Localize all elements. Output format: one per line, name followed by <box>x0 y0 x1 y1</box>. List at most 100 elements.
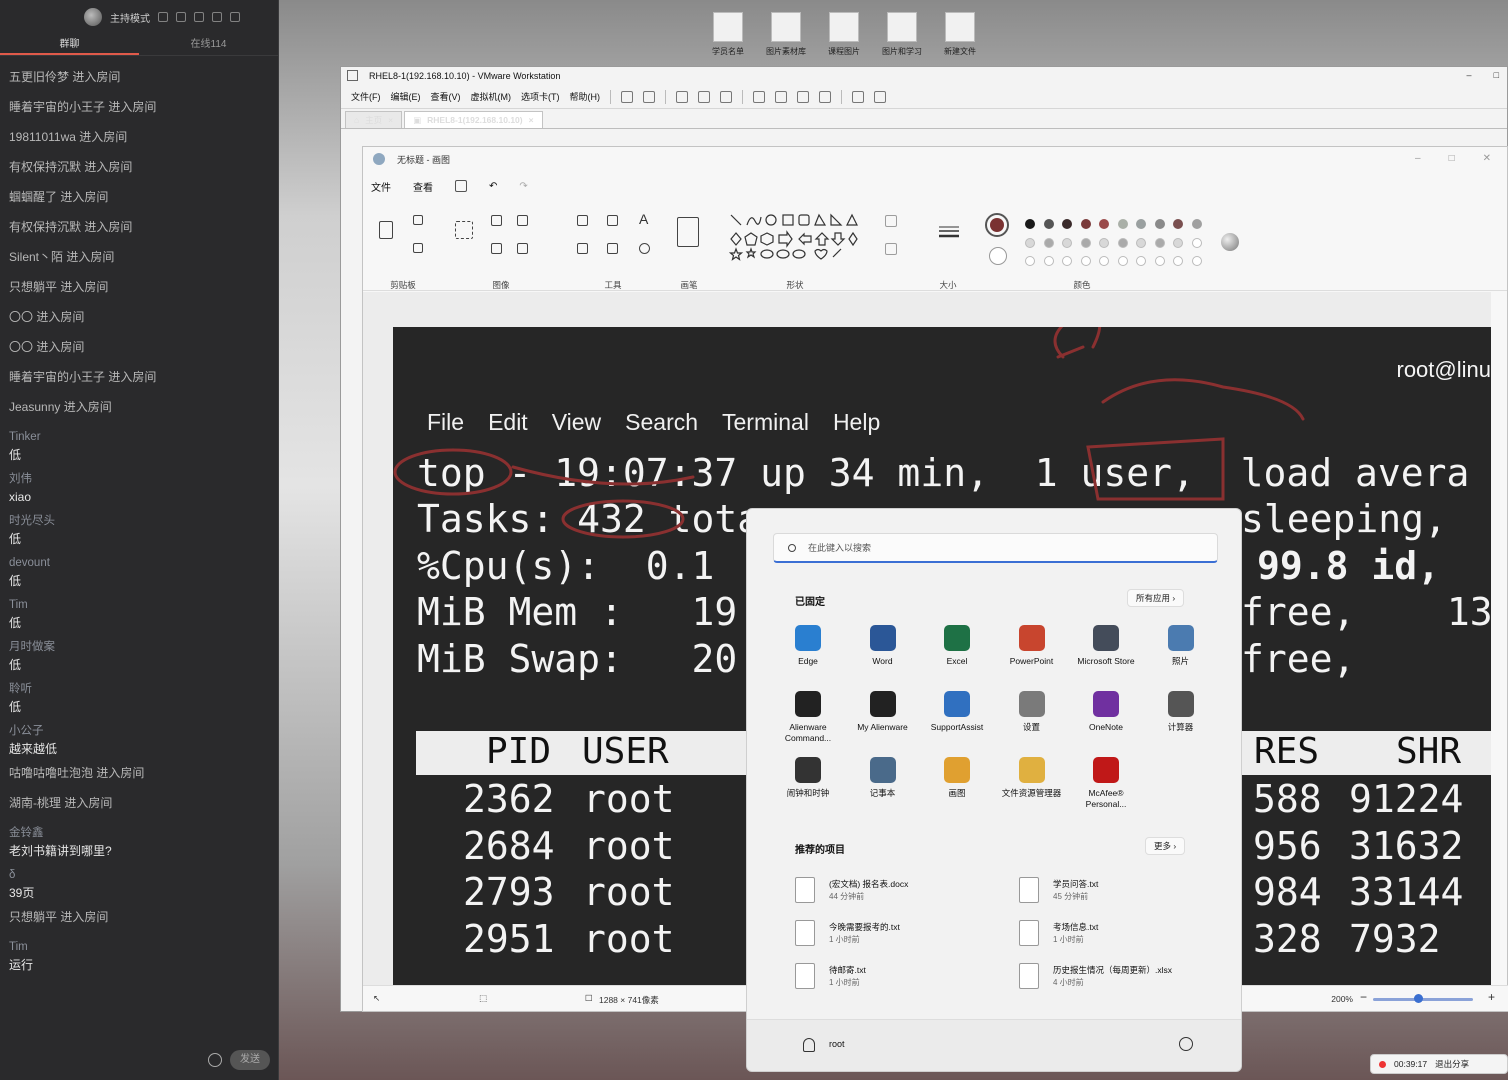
minimize-button[interactable]: – <box>1467 70 1472 80</box>
recommended-item[interactable]: 考场信息.txt 1 小时前 <box>1019 918 1229 954</box>
pinned-app[interactable]: 照片 <box>1144 625 1218 667</box>
fullscreen-icon[interactable] <box>797 90 809 103</box>
secondary-color[interactable] <box>989 247 1007 265</box>
recommended-item[interactable]: (宏文档) 报名表.docx 44 分钟前 <box>795 875 1005 911</box>
desktop-icon[interactable]: 新建文件 <box>937 12 983 57</box>
color-swatch[interactable] <box>1191 237 1202 248</box>
color-swatch[interactable] <box>1154 219 1165 229</box>
pinned-app[interactable]: Alienware Command... <box>771 691 845 744</box>
color-swatch[interactable] <box>1117 237 1128 248</box>
emoji-icon[interactable] <box>208 1053 222 1067</box>
color-swatch[interactable] <box>1136 219 1146 229</box>
menu-view[interactable]: 查看(V) <box>431 90 461 103</box>
outline-icon[interactable] <box>885 215 897 227</box>
resize-icon[interactable] <box>491 243 502 254</box>
pinned-app[interactable]: Edge <box>771 625 845 667</box>
pencil-icon[interactable] <box>577 215 588 226</box>
external-link-icon[interactable] <box>176 12 186 22</box>
magnifier-icon[interactable] <box>639 243 650 254</box>
close-button[interactable]: ✕ <box>1483 153 1491 164</box>
color-swatch[interactable] <box>1043 219 1054 229</box>
desktop-icon[interactable]: 图片和学习 <box>879 12 925 57</box>
color-swatch[interactable] <box>1025 219 1035 229</box>
color-swatch[interactable] <box>1099 256 1109 266</box>
color-picker-icon[interactable] <box>607 243 618 254</box>
desktop-icon[interactable]: 图片素材库 <box>763 12 809 57</box>
menu-file[interactable]: 文件 <box>371 179 391 194</box>
tab-online[interactable]: 在线114 <box>139 34 278 55</box>
color-swatch[interactable] <box>1117 256 1128 266</box>
color-swatch[interactable] <box>1173 237 1183 248</box>
recommended-item[interactable]: 历史报生情况（每周更新）.xlsx 4 小时前 <box>1019 961 1229 997</box>
paste-icon[interactable] <box>379 221 393 239</box>
save-icon[interactable] <box>455 180 467 192</box>
text-icon[interactable]: A <box>639 211 648 227</box>
zoom-out-button[interactable]: − <box>1360 990 1367 1004</box>
copy-icon[interactable] <box>413 243 423 253</box>
avatar[interactable] <box>84 8 102 26</box>
line-size-icon[interactable] <box>939 225 959 239</box>
recommended-item[interactable]: 学员问答.txt 45 分钟前 <box>1019 875 1229 911</box>
minimize-icon[interactable] <box>212 12 222 22</box>
all-apps-button[interactable]: 所有应用 › <box>1127 589 1185 607</box>
close-icon[interactable]: × <box>529 115 534 125</box>
desktop-icon[interactable]: 课程图片 <box>821 12 867 57</box>
snapshot-manager-icon[interactable] <box>720 90 732 103</box>
close-icon[interactable] <box>230 12 240 22</box>
unity-icon[interactable] <box>819 90 831 103</box>
pause-icon[interactable] <box>621 90 633 103</box>
pinned-app[interactable]: 文件资源管理器 <box>995 757 1069 799</box>
menu-help[interactable]: 帮助(H) <box>570 90 601 103</box>
sidebar-icon[interactable] <box>753 90 765 103</box>
cut-icon[interactable] <box>413 215 423 225</box>
color-swatch[interactable] <box>1173 219 1183 229</box>
pinned-app[interactable]: 闹钟和时钟 <box>771 757 845 799</box>
user-name[interactable]: root <box>829 1039 845 1049</box>
start-search-input[interactable]: 在此键入以搜索 <box>773 533 1218 563</box>
color-swatch[interactable] <box>1099 237 1109 248</box>
zoom-slider[interactable] <box>1373 998 1473 1001</box>
tab-vm[interactable]: ▣ RHEL8-1(192.168.10.10) × <box>404 111 543 128</box>
tab-home[interactable]: ⌂ 主页 × <box>345 111 403 128</box>
eraser-icon[interactable] <box>577 243 588 254</box>
edit-colors-icon[interactable] <box>1221 233 1239 251</box>
recommended-item[interactable]: 今晚需要报考的.txt 1 小时前 <box>795 918 1005 954</box>
pinned-app[interactable]: SupportAssist <box>920 691 994 733</box>
color-swatch[interactable] <box>1025 256 1035 266</box>
send-keys-icon[interactable] <box>643 90 655 103</box>
shapes-grid-icon[interactable] <box>729 213 861 261</box>
color-swatch[interactable] <box>1080 237 1091 248</box>
fill-icon[interactable] <box>607 215 618 226</box>
color-swatch[interactable] <box>1154 237 1165 248</box>
color-swatch[interactable] <box>1025 237 1035 248</box>
revert-snapshot-icon[interactable] <box>698 90 710 103</box>
pinned-app[interactable]: Microsoft Store <box>1069 625 1143 667</box>
menu-vm[interactable]: 虚拟机(M) <box>471 90 512 103</box>
zoom-slider-handle[interactable] <box>1414 994 1423 1003</box>
primary-color[interactable] <box>985 213 1009 237</box>
color-swatch[interactable] <box>1117 219 1128 229</box>
maximize-button[interactable]: □ <box>1494 70 1499 80</box>
desktop-icon[interactable]: 学员名单 <box>705 12 751 57</box>
power-icon[interactable] <box>1179 1037 1193 1051</box>
color-swatch[interactable] <box>1191 219 1202 229</box>
color-swatch[interactable] <box>1062 256 1072 266</box>
color-swatch[interactable] <box>1062 237 1072 248</box>
pinned-app[interactable]: OneNote <box>1069 691 1143 733</box>
pinned-app[interactable]: My Alienware <box>846 691 920 733</box>
thumbnail-icon[interactable] <box>775 90 787 103</box>
console-icon[interactable] <box>852 90 864 103</box>
color-swatch[interactable] <box>1043 237 1054 248</box>
menu-file[interactable]: 文件(F) <box>351 90 381 103</box>
minimize-button[interactable]: – <box>1415 153 1421 164</box>
menu-edit[interactable]: 编辑(E) <box>391 90 421 103</box>
menu-tabs[interactable]: 选项卡(T) <box>521 90 560 103</box>
pinned-app[interactable]: 计算器 <box>1144 691 1218 733</box>
crop-icon[interactable] <box>491 215 502 226</box>
recommended-item[interactable]: 待邮寄.txt 1 小时前 <box>795 961 1005 997</box>
zoom-in-button[interactable]: + <box>1488 990 1495 1004</box>
settings-icon[interactable] <box>158 12 168 22</box>
maximize-button[interactable]: □ <box>1449 153 1455 164</box>
redo-icon[interactable]: ↷ <box>519 181 527 192</box>
select-icon[interactable] <box>455 221 473 239</box>
